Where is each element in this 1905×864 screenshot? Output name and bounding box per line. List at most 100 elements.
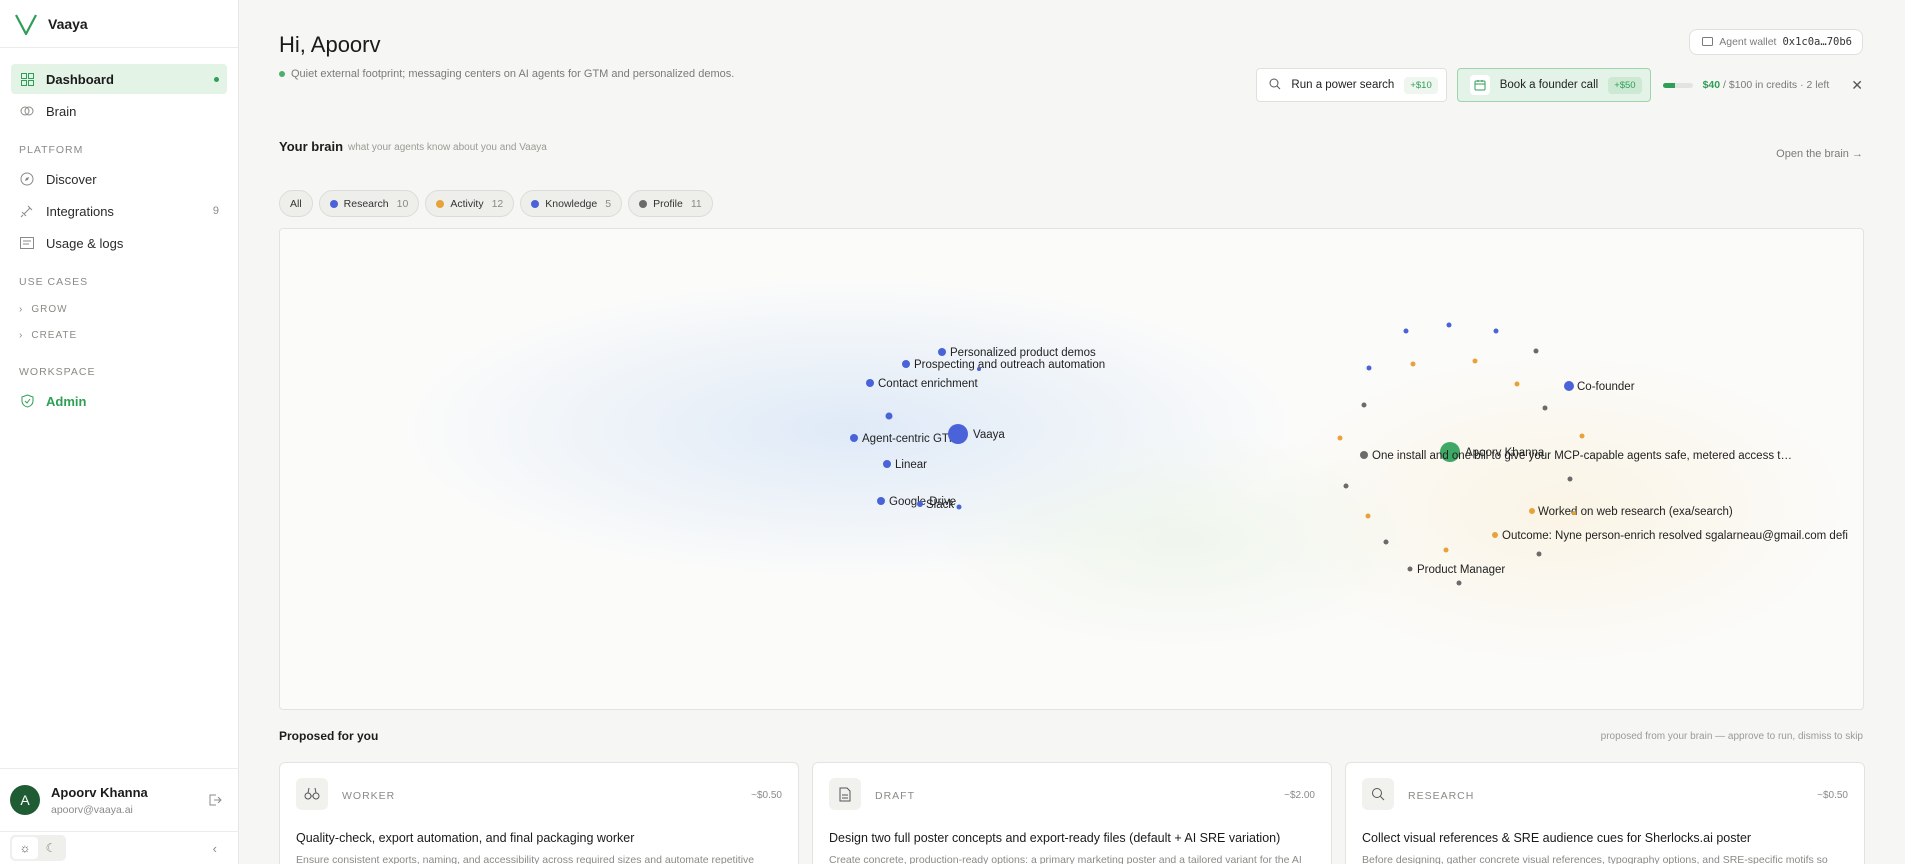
chip-label: All (290, 197, 302, 210)
brand[interactable]: Vaaya (0, 0, 238, 48)
graph-node[interactable] (1529, 508, 1535, 514)
sidebar-item-admin[interactable]: Admin (11, 386, 227, 416)
collapse-sidebar-icon[interactable]: ‹ (213, 841, 217, 856)
graph-node[interactable] (866, 379, 874, 387)
plug-icon (19, 203, 35, 219)
graph-node[interactable] (1443, 547, 1449, 553)
user-email: apoorv@vaaya.ai (51, 803, 133, 816)
sidebar-item-integrations[interactable]: Integrations 9 (11, 196, 227, 226)
graph-node[interactable] (1366, 365, 1372, 371)
proposal-card[interactable]: DRAFT ~$2.00 Design two full poster conc… (812, 762, 1332, 864)
footprint-summary: Quiet external footprint; messaging cent… (279, 68, 734, 80)
graph-node[interactable] (1337, 435, 1343, 441)
graph-node[interactable] (1536, 551, 1542, 557)
graph-node[interactable] (1403, 328, 1409, 334)
graph-node[interactable] (1365, 513, 1371, 519)
card-description: Before designing, gather concrete visual… (1362, 854, 1828, 864)
graph-node[interactable] (1446, 322, 1452, 328)
graph-node[interactable] (1514, 381, 1520, 387)
graph-node[interactable] (1383, 539, 1389, 545)
calendar-icon (1469, 75, 1490, 95)
graph-node[interactable] (1542, 405, 1548, 411)
group-label: CREATE (31, 329, 78, 341)
proposal-card[interactable]: RESEARCH ~$0.50 Collect visual reference… (1345, 762, 1865, 864)
graph-node[interactable] (1572, 511, 1576, 515)
graph-node[interactable] (883, 460, 891, 468)
filter-chip-activity[interactable]: Activity 12 (425, 190, 515, 217)
vaaya-logo-icon (15, 13, 37, 35)
graph-node[interactable] (1492, 532, 1498, 538)
sidebar-item-dashboard[interactable]: Dashboard (11, 64, 227, 94)
sidebar-item-brain[interactable]: Brain (11, 96, 227, 126)
logout-icon[interactable] (208, 793, 222, 812)
graph-node[interactable] (1472, 358, 1478, 364)
graph-node[interactable] (977, 367, 981, 371)
card-description: Create concrete, production-ready option… (829, 854, 1302, 864)
node-label: Product Manager (1417, 564, 1505, 576)
graph-node[interactable] (1533, 348, 1539, 354)
graph-node[interactable] (902, 360, 910, 368)
moon-icon[interactable]: ☾ (38, 837, 64, 859)
main-content: Hi, Apoorv Quiet external footprint; mes… (240, 0, 1905, 864)
founder-call-label: Book a founder call (1499, 79, 1599, 91)
graph-node[interactable] (1407, 566, 1413, 572)
brain-graph[interactable]: Personalized product demos Prospecting a… (279, 228, 1864, 710)
graph-node[interactable] (1567, 476, 1573, 482)
sidebar-group-grow[interactable]: › GROW (11, 296, 227, 322)
open-brain-link[interactable]: Open the brain → (1776, 148, 1863, 160)
chip-count: 10 (396, 197, 409, 210)
graph-node[interactable] (938, 348, 946, 356)
user-name: Apoorv Khanna (51, 784, 148, 800)
chip-count: 11 (690, 197, 702, 210)
graph-canvas: Personalized product demos Prospecting a… (850, 322, 1848, 586)
chip-label: Knowledge (545, 197, 598, 210)
graph-node[interactable] (850, 434, 858, 442)
user-profile[interactable]: A Apoorv Khanna apoorv@vaaya.ai (0, 768, 239, 831)
sidebar-item-usage[interactable]: Usage & logs (11, 228, 227, 258)
chevron-right-icon: › (19, 303, 24, 315)
card-price: ~$2.00 (1284, 790, 1315, 801)
graph-node[interactable] (1456, 580, 1462, 586)
graph-node[interactable] (1579, 433, 1585, 439)
founder-call-button[interactable]: Book a founder call +$50 (1456, 68, 1651, 102)
sun-icon[interactable]: ☼ (12, 837, 38, 859)
power-search-label: Run a power search (1291, 79, 1395, 91)
graph-node[interactable] (1343, 483, 1349, 489)
activity-dot-icon (436, 199, 445, 208)
section-label-use-cases: USE CASES (19, 276, 89, 288)
filter-chip-knowledge[interactable]: Knowledge 5 (520, 190, 623, 217)
graph-node[interactable] (1564, 381, 1574, 391)
brain-section-subtitle: what your agents know about you and Vaay… (348, 142, 547, 153)
graph-node[interactable] (1410, 361, 1416, 367)
filter-chip-profile[interactable]: Profile 11 (628, 190, 713, 217)
close-icon[interactable]: ✕ (1851, 77, 1863, 94)
power-search-button[interactable]: Run a power search +$10 (1256, 68, 1447, 102)
theme-toggle[interactable]: ☼ ☾ (10, 835, 66, 861)
sidebar-item-discover[interactable]: Discover (11, 164, 227, 194)
proposal-card[interactable]: WORKER ~$0.50 Quality-check, export auto… (279, 762, 799, 864)
card-kind: DRAFT (875, 790, 915, 802)
graph-node[interactable] (1360, 451, 1368, 459)
chip-label: Profile (653, 197, 683, 210)
graph-node[interactable] (885, 412, 893, 420)
graph-node[interactable] (1361, 402, 1367, 408)
node-label: Agent-centric GTM (862, 433, 959, 445)
agent-wallet[interactable]: Agent wallet 0x1c0a…70b6 (1689, 29, 1863, 55)
node-label: Contact enrichment (878, 378, 979, 390)
graph-node[interactable] (956, 504, 962, 510)
graph-node[interactable] (1493, 328, 1499, 334)
graph-node[interactable] (877, 497, 885, 505)
graph-node[interactable] (917, 501, 923, 507)
chip-label: Activity (450, 197, 484, 210)
brain-icon (19, 103, 35, 119)
graph-node-vaaya[interactable] (948, 424, 968, 444)
binoculars-icon (296, 778, 328, 810)
footprint-text: Quiet external footprint; messaging cent… (291, 68, 735, 80)
sidebar-group-create[interactable]: › CREATE (11, 322, 227, 348)
filter-chip-all[interactable]: All (279, 190, 313, 217)
section-label-platform: PLATFORM (19, 144, 84, 156)
chip-count: 5 (605, 197, 612, 210)
card-title: Quality-check, export automation, and fi… (296, 831, 635, 845)
filter-chip-research[interactable]: Research 10 (318, 190, 420, 217)
page-title: Hi, Apoorv (279, 32, 381, 57)
